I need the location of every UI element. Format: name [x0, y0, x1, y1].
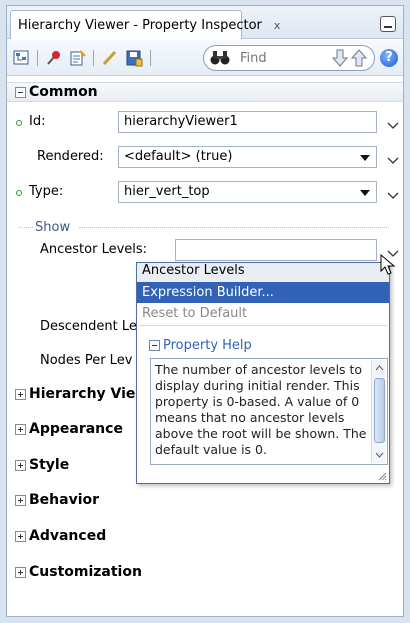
type-select[interactable]: hier_vert_top	[118, 181, 377, 203]
expand-icon[interactable]	[15, 423, 26, 435]
window-title: Hierarchy Viewer - Property Inspector	[18, 17, 262, 33]
toolbar-separator	[150, 50, 151, 66]
property-label-nodes-per-level: Nodes Per Lev	[40, 353, 133, 368]
collapse-icon[interactable]	[15, 86, 26, 98]
pin-icon[interactable]	[45, 49, 63, 67]
scroll-down-icon[interactable]	[375, 450, 384, 459]
section-label: Appearance	[29, 421, 123, 437]
find-box[interactable]	[203, 45, 375, 71]
title-bar: Hierarchy Viewer - Property Inspector x	[7, 6, 403, 39]
group-label-show: Show	[35, 220, 71, 235]
property-row-type: Type: hier_vert_top	[7, 179, 403, 205]
dropdown-arrow-icon[interactable]	[360, 155, 370, 161]
chevron-down-icon[interactable]	[387, 119, 399, 131]
rendered-select[interactable]: <default> (true)	[118, 146, 377, 168]
expand-icon[interactable]	[15, 530, 26, 542]
edit-page-icon[interactable]	[69, 49, 87, 67]
menu-item-reset-to-default: Reset to Default	[142, 306, 248, 321]
property-row-id: Id: hierarchyViewer1	[7, 109, 403, 135]
toolbar-separator	[37, 50, 38, 66]
section-behavior[interactable]: Behavior	[7, 490, 403, 510]
expand-icon[interactable]	[15, 494, 26, 506]
type-value: hier_vert_top	[124, 184, 210, 199]
expand-icon[interactable]	[15, 459, 26, 471]
property-row-ancestor-levels: Ancestor Levels:	[7, 237, 403, 263]
section-label: Customization	[29, 564, 142, 580]
property-row-rendered: Rendered: <default> (true)	[7, 144, 403, 170]
chevron-down-icon[interactable]	[387, 189, 399, 201]
required-marker-icon	[16, 190, 22, 196]
property-help-text: The number of ancestor levels to display…	[150, 358, 388, 465]
property-help-header[interactable]: Property Help	[149, 338, 252, 353]
pencil-icon[interactable]	[101, 49, 119, 67]
up-arrow-icon[interactable]	[351, 49, 367, 67]
resize-grip-icon[interactable]	[377, 471, 387, 481]
required-marker-icon	[16, 120, 22, 126]
section-advanced[interactable]: Advanced	[7, 526, 403, 546]
expand-icon[interactable]	[15, 566, 26, 578]
property-label: Rendered:	[37, 149, 104, 164]
expand-icon[interactable]	[15, 388, 26, 400]
chevron-down-icon[interactable]	[387, 154, 399, 166]
collapse-icon[interactable]	[149, 340, 160, 351]
section-label: Behavior	[29, 492, 100, 508]
ancestor-levels-field[interactable]	[175, 239, 377, 261]
property-label: Type:	[29, 184, 64, 199]
help-text: The number of ancestor levels to display…	[155, 362, 367, 457]
ancestor-levels-popup: Ancestor Levels Expression Builder... Re…	[136, 262, 390, 484]
property-label: Ancestor Levels:	[40, 242, 148, 257]
minimize-button[interactable]	[380, 16, 396, 32]
group-divider	[19, 227, 33, 228]
rendered-value: <default> (true)	[124, 149, 233, 164]
menu-item-expression-builder[interactable]: Expression Builder...	[137, 282, 389, 303]
help-scrollbar[interactable]	[371, 360, 386, 463]
toolbar-separator	[93, 50, 94, 66]
property-inspector-window: Hierarchy Viewer - Property Inspector x	[6, 5, 404, 617]
property-label-descendent-levels: Descendent Le	[40, 319, 137, 334]
section-label: Hierarchy Vie	[29, 386, 136, 402]
toolbar: ?	[7, 40, 403, 76]
save-icon[interactable]	[125, 49, 143, 67]
binoculars-icon[interactable]	[210, 50, 230, 66]
mouse-cursor-icon	[380, 254, 396, 275]
group-divider	[79, 227, 389, 228]
scroll-up-icon[interactable]	[375, 364, 384, 373]
scroll-thumb[interactable]	[374, 378, 385, 443]
dropdown-arrow-icon[interactable]	[360, 190, 370, 196]
section-label: Style	[29, 457, 70, 473]
property-help-label: Property Help	[163, 338, 252, 353]
section-customization[interactable]: Customization	[7, 562, 403, 582]
property-label: Id:	[29, 114, 46, 129]
down-arrow-icon[interactable]	[332, 49, 348, 67]
section-common[interactable]: Common	[7, 82, 403, 102]
close-tab-icon[interactable]: x	[274, 19, 281, 32]
popup-divider	[139, 325, 387, 326]
id-field[interactable]: hierarchyViewer1	[118, 111, 377, 133]
popup-title: Ancestor Levels	[137, 263, 389, 282]
find-input[interactable]	[238, 49, 298, 67]
tree-icon[interactable]	[13, 49, 31, 67]
help-icon[interactable]: ?	[380, 49, 398, 67]
tab-property-inspector[interactable]: Hierarchy Viewer - Property Inspector x	[10, 10, 280, 39]
section-label: Advanced	[29, 528, 107, 544]
section-label: Common	[29, 84, 98, 100]
